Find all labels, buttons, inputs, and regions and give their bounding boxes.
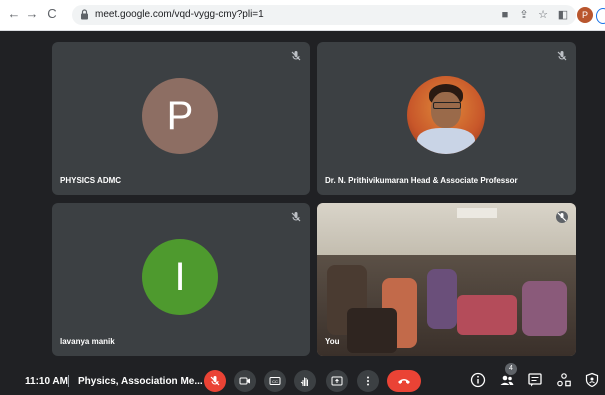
- participant-tile-physics-admc[interactable]: P PHYSICS ADMC: [52, 42, 310, 195]
- more-vert-icon: [367, 376, 369, 386]
- divider: [68, 375, 69, 387]
- chat-icon[interactable]: [527, 372, 543, 388]
- mic-off-icon: [556, 211, 568, 223]
- share-icon[interactable]: ⇪: [516, 7, 532, 23]
- hand-icon: [300, 377, 308, 386]
- menu-icon[interactable]: [596, 8, 605, 24]
- lock-icon: [81, 9, 88, 20]
- mic-off-icon: [210, 376, 220, 386]
- captions-icon: CC: [269, 377, 281, 385]
- participant-tile-lavanya[interactable]: I lavanya manik: [52, 203, 310, 356]
- present-icon: [331, 376, 343, 386]
- participant-tile-prithivikumaran[interactable]: Dr. N. Prithivikumaran Head & Associate …: [317, 42, 576, 195]
- avatar: I: [142, 239, 218, 315]
- leave-call-button[interactable]: [387, 370, 421, 392]
- participants-count-badge: 4: [505, 363, 517, 375]
- forward-arrow-icon[interactable]: →: [24, 6, 40, 22]
- raise-hand-button[interactable]: [294, 370, 316, 392]
- info-icon[interactable]: [470, 372, 486, 388]
- avatar: P: [142, 78, 218, 154]
- url-text: meet.google.com/vqd-vygg-cmy?pli=1: [95, 9, 264, 20]
- participant-name: You: [325, 337, 340, 346]
- browser-toolbar: ← → C meet.google.com/vqd-vygg-cmy?pli=1…: [0, 0, 605, 31]
- svg-text:CC: CC: [272, 379, 278, 384]
- captions-button[interactable]: CC: [264, 370, 286, 392]
- reload-icon[interactable]: C: [44, 6, 60, 22]
- mic-off-icon: [291, 51, 301, 61]
- hang-up-icon: [398, 379, 410, 384]
- activities-icon[interactable]: [556, 372, 572, 388]
- avatar-photo: [407, 76, 485, 154]
- mic-off-icon: [291, 212, 301, 222]
- video-feed: [317, 203, 576, 356]
- meeting-title: Physics, Association Me...: [78, 376, 203, 387]
- participant-name: lavanya manik: [60, 337, 115, 346]
- mic-off-icon: [557, 51, 567, 61]
- camera-icon: [239, 377, 250, 385]
- camera-indicator-icon[interactable]: ■: [497, 7, 513, 23]
- more-options-button[interactable]: [357, 370, 379, 392]
- participant-tile-you[interactable]: You: [317, 203, 576, 356]
- bookmark-star-icon[interactable]: ☆: [535, 7, 551, 23]
- back-arrow-icon[interactable]: ←: [6, 6, 22, 22]
- participant-name: PHYSICS ADMC: [60, 176, 122, 185]
- host-controls-icon[interactable]: [584, 372, 600, 388]
- present-button[interactable]: [326, 370, 348, 392]
- sidepanel-icon[interactable]: ◧: [555, 7, 571, 23]
- camera-toggle-button[interactable]: [234, 370, 256, 392]
- mic-toggle-button[interactable]: [204, 370, 226, 392]
- participant-name: Dr. N. Prithivikumaran Head & Associate …: [325, 176, 518, 185]
- meeting-time: 11:10 AM: [25, 376, 68, 387]
- profile-avatar[interactable]: P: [577, 7, 593, 23]
